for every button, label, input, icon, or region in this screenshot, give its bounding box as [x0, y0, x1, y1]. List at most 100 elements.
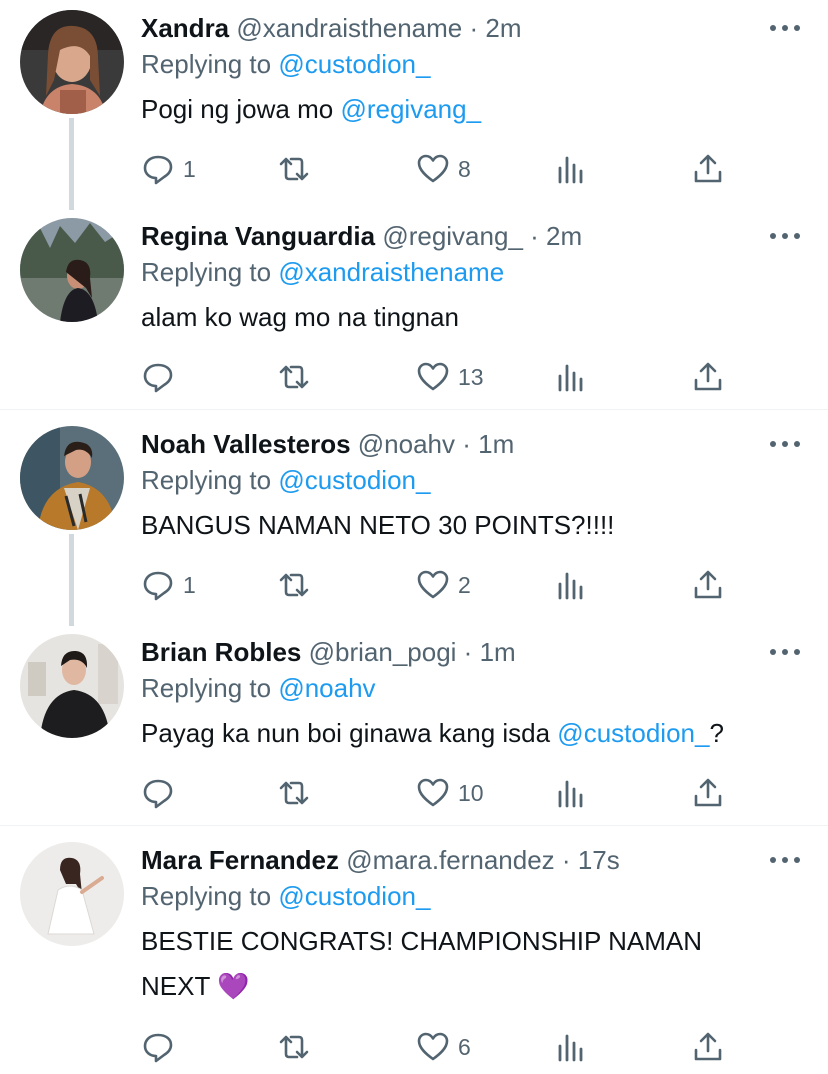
- display-name[interactable]: Noah Vallesteros: [141, 429, 351, 459]
- action-bar: 6: [141, 1027, 741, 1067]
- avatar[interactable]: [20, 218, 124, 322]
- retweet-button[interactable]: [277, 357, 319, 397]
- timestamp[interactable]: 1m: [478, 429, 514, 459]
- analytics-icon: [558, 156, 583, 184]
- handle[interactable]: @mara.fernandez: [346, 845, 555, 875]
- timestamp[interactable]: 17s: [578, 845, 620, 875]
- heart-icon: [417, 1032, 449, 1061]
- reply-to-mention[interactable]: @custodion_: [278, 465, 430, 495]
- reply-icon: [143, 363, 173, 393]
- display-name[interactable]: Regina Vanguardia: [141, 221, 375, 251]
- tweet-text: BANGUS NAMAN NETO 30 POINTS?!!!!: [141, 510, 615, 540]
- retweet-button[interactable]: [277, 1027, 319, 1067]
- heart-icon: [417, 570, 449, 599]
- reply-context: Replying to @xandraisthename: [141, 256, 504, 288]
- tweet-header: Regina Vanguardia @regivang_ · 2m: [141, 220, 582, 252]
- timestamp[interactable]: 1m: [480, 637, 516, 667]
- reply-prefix: Replying to: [141, 881, 272, 911]
- reply-to-mention[interactable]: @custodion_: [278, 881, 430, 911]
- more-options-icon[interactable]: [770, 854, 800, 866]
- reply-to-mention[interactable]: @noahv: [278, 673, 375, 703]
- handle[interactable]: @xandraisthename: [236, 13, 462, 43]
- tweet-text: Payag ka nun boi ginawa kang isda @custo…: [141, 711, 801, 756]
- more-options-icon[interactable]: [770, 438, 800, 450]
- timestamp[interactable]: 2m: [546, 221, 582, 251]
- reply-button[interactable]: [141, 773, 183, 813]
- share-button[interactable]: [691, 149, 725, 189]
- avatar[interactable]: [20, 634, 124, 738]
- tweet-xandra[interactable]: Xandra @xandraisthename · 2m Replying to…: [0, 0, 828, 205]
- like-button[interactable]: 10: [416, 773, 484, 813]
- heart-icon: [417, 362, 449, 391]
- handle[interactable]: @regivang_: [382, 221, 523, 251]
- tweet-mara[interactable]: Mara Fernandez @mara.fernandez · 17s Rep…: [0, 832, 828, 1074]
- like-button[interactable]: 13: [416, 357, 484, 397]
- reply-context: Replying to @custodion_: [141, 464, 430, 496]
- divider: [0, 409, 828, 410]
- reply-context: Replying to @noahv: [141, 672, 376, 704]
- separator: ·: [469, 13, 479, 43]
- tweet-text: alam ko wag mo na tingnan: [141, 302, 459, 332]
- reply-prefix: Replying to: [141, 673, 272, 703]
- reply-prefix: Replying to: [141, 465, 272, 495]
- tweet-body-line2: NEXT 💜: [141, 964, 801, 1009]
- analytics-button[interactable]: [554, 773, 588, 813]
- mention-link[interactable]: @regivang_: [340, 94, 481, 124]
- tweet-text: Pogi ng jowa mo @regivang_: [141, 87, 801, 132]
- handle[interactable]: @brian_pogi: [309, 637, 457, 667]
- display-name[interactable]: Xandra: [141, 13, 229, 43]
- like-button[interactable]: 8: [416, 149, 471, 189]
- tweet-body-end: ?: [709, 718, 724, 748]
- avatar[interactable]: [20, 10, 124, 114]
- separator: ·: [462, 429, 471, 459]
- more-options-icon[interactable]: [770, 646, 800, 658]
- tweet-header: Noah Vallesteros @noahv · 1m: [141, 428, 514, 460]
- handle[interactable]: @noahv: [358, 429, 455, 459]
- tweet-body-next: NEXT: [141, 971, 218, 1001]
- analytics-button[interactable]: [554, 357, 588, 397]
- tweet-body: BESTIE CONGRATS! CHAMPIONSHIP NAMAN: [141, 926, 703, 956]
- tweet-text: BESTIE CONGRATS! CHAMPIONSHIP NAMAN NEXT…: [141, 919, 801, 1009]
- reply-to-mention[interactable]: @xandraisthename: [278, 257, 504, 287]
- retweet-button[interactable]: [277, 565, 319, 605]
- reply-button[interactable]: [141, 357, 183, 397]
- mention-link[interactable]: @custodion_: [557, 718, 709, 748]
- display-name[interactable]: Brian Robles: [141, 637, 301, 667]
- display-name[interactable]: Mara Fernandez: [141, 845, 339, 875]
- action-bar: 13: [141, 357, 741, 397]
- reply-button[interactable]: 1: [141, 149, 196, 189]
- action-bar: 1 8: [141, 149, 741, 189]
- separator: ·: [463, 637, 473, 667]
- share-button[interactable]: [691, 357, 725, 397]
- share-button[interactable]: [691, 773, 725, 813]
- reply-prefix: Replying to: [141, 49, 272, 79]
- analytics-button[interactable]: [554, 149, 588, 189]
- analytics-icon: [558, 1034, 583, 1062]
- share-icon: [694, 1032, 722, 1061]
- share-icon: [694, 154, 722, 183]
- like-count: 6: [458, 1033, 471, 1060]
- avatar[interactable]: [20, 842, 124, 946]
- like-count: 13: [458, 363, 484, 390]
- more-options-icon[interactable]: [770, 230, 800, 242]
- reply-to-mention[interactable]: @custodion_: [278, 49, 430, 79]
- timestamp[interactable]: 2m: [485, 13, 521, 43]
- like-button[interactable]: 6: [416, 1027, 471, 1067]
- share-button[interactable]: [691, 1027, 725, 1067]
- reply-button[interactable]: 1: [141, 565, 196, 605]
- tweet-regina[interactable]: Regina Vanguardia @regivang_ · 2m Replyi…: [0, 208, 828, 408]
- tweet-noah[interactable]: Noah Vallesteros @noahv · 1m Replying to…: [0, 416, 828, 621]
- retweet-button[interactable]: [277, 149, 319, 189]
- retweet-button[interactable]: [277, 773, 319, 813]
- reply-context: Replying to @custodion_: [141, 880, 430, 912]
- analytics-button[interactable]: [554, 1027, 588, 1067]
- reply-button[interactable]: [141, 1027, 183, 1067]
- analytics-icon: [558, 364, 583, 392]
- more-options-icon[interactable]: [770, 22, 800, 34]
- reply-icon: [143, 571, 173, 601]
- avatar[interactable]: [20, 426, 124, 530]
- analytics-button[interactable]: [554, 565, 588, 605]
- share-button[interactable]: [691, 565, 725, 605]
- tweet-brian[interactable]: Brian Robles @brian_pogi · 1m Replying t…: [0, 624, 828, 824]
- like-button[interactable]: 2: [416, 565, 471, 605]
